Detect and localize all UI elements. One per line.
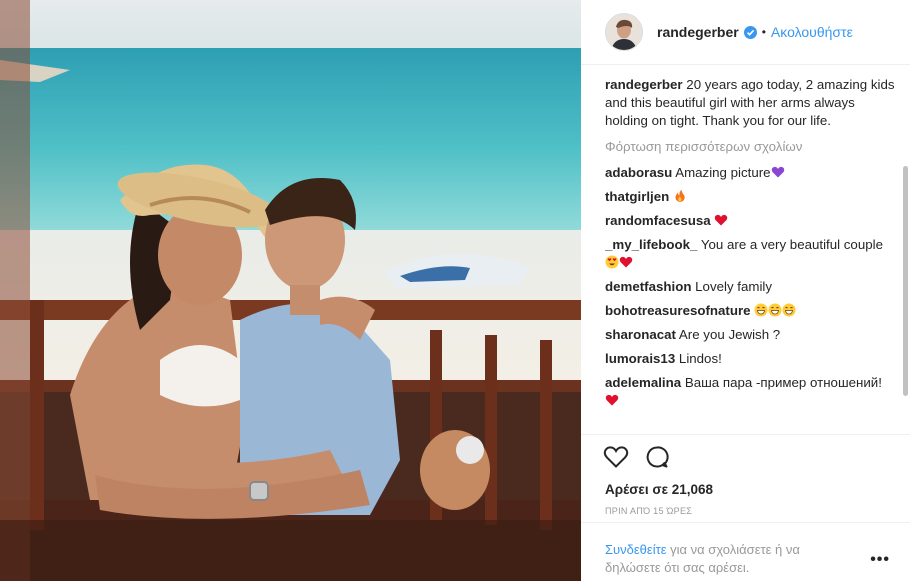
red-heart-icon bbox=[605, 394, 619, 406]
header-username[interactable]: randegerber bbox=[657, 24, 739, 40]
avatar[interactable] bbox=[605, 13, 643, 51]
comment-username[interactable]: demetfashion bbox=[605, 279, 691, 294]
more-options-icon[interactable]: ••• bbox=[870, 551, 890, 569]
comment: randomfacesusa bbox=[605, 212, 895, 230]
caption: randegerber 20 years ago today, 2 amazin… bbox=[605, 76, 895, 130]
comment-username[interactable]: randomfacesusa bbox=[605, 213, 711, 228]
comment-username[interactable]: _my_lifebook_ bbox=[605, 237, 697, 252]
comments-scrollbar[interactable] bbox=[900, 76, 910, 434]
likes-count[interactable]: Αρέσει σε 21,068 bbox=[605, 482, 713, 497]
post-photo[interactable] bbox=[0, 0, 581, 581]
grin-icon bbox=[782, 303, 796, 317]
grin-icon bbox=[754, 303, 768, 317]
instagram-post: randegerber • Ακολουθήστε randegerber 20… bbox=[0, 0, 910, 581]
comment-username[interactable]: sharonacat bbox=[605, 327, 676, 342]
load-more-comments-button[interactable]: Φόρτωση περισσότερων σχολίων bbox=[605, 138, 895, 156]
header-separator: • bbox=[761, 25, 766, 39]
comment: lumorais13 Lindos! bbox=[605, 350, 895, 368]
comment-username[interactable]: thatgirljen bbox=[605, 189, 669, 204]
post-sidebar: randegerber • Ακολουθήστε randegerber 20… bbox=[581, 0, 910, 581]
comment-username[interactable]: adelemalina bbox=[605, 375, 681, 390]
avatar-image bbox=[606, 14, 642, 50]
heart-eyes-icon bbox=[605, 255, 619, 269]
login-link[interactable]: Συνδεθείτε bbox=[605, 542, 667, 557]
comment-text: You are a very beautiful couple bbox=[700, 237, 883, 252]
grin-icon bbox=[768, 303, 782, 317]
heart-outline-icon[interactable] bbox=[603, 445, 629, 469]
comment-username[interactable]: bohotreasuresofnature bbox=[605, 303, 751, 318]
comment-text: Lovely family bbox=[695, 279, 773, 294]
comment-text: Are you Jewish ? bbox=[678, 327, 781, 342]
comment-footer: Συνδεθείτε για να σχολιάσετε ή να δηλώσε… bbox=[581, 522, 910, 582]
comment-text: Amazing picture bbox=[675, 165, 771, 180]
comment-bubble-icon[interactable] bbox=[645, 445, 669, 469]
caption-username[interactable]: randegerber bbox=[605, 77, 683, 92]
follow-button[interactable]: Ακολουθήστε bbox=[771, 24, 853, 40]
comment: sharonacat Are you Jewish ? bbox=[605, 326, 895, 344]
beach-couple-photo bbox=[0, 0, 581, 581]
login-prompt: Συνδεθείτε για να σχολιάσετε ή να δηλώσε… bbox=[605, 541, 845, 577]
action-icons bbox=[603, 445, 669, 469]
red-heart-icon bbox=[715, 214, 728, 226]
post-header: randegerber • Ακολουθήστε bbox=[581, 0, 910, 65]
comment-username[interactable]: lumorais13 bbox=[605, 351, 675, 366]
comment: adaborasu Amazing picture bbox=[605, 164, 895, 182]
post-timestamp[interactable]: ΠΡΙΝ ΑΠΌ 15 ΏΡΕΣ bbox=[605, 506, 692, 516]
post-actions: Αρέσει σε 21,068 ΠΡΙΝ ΑΠΌ 15 ΏΡΕΣ bbox=[581, 434, 910, 516]
comment: thatgirljen bbox=[605, 188, 895, 206]
comment-text: Ваша пара -пример отношений! bbox=[684, 375, 882, 390]
fire-icon bbox=[675, 189, 685, 202]
comment: _my_lifebook_ You are a very beautiful c… bbox=[605, 236, 895, 272]
purple-heart-icon bbox=[771, 166, 784, 178]
comment-text: Lindos! bbox=[678, 351, 722, 366]
verified-badge-icon bbox=[743, 25, 757, 39]
comment-username[interactable]: adaborasu bbox=[605, 165, 672, 180]
scrollbar-thumb[interactable] bbox=[903, 166, 908, 396]
comment: adelemalina Ваша пара -пример отношений! bbox=[605, 374, 895, 410]
comment: bohotreasuresofnature bbox=[605, 302, 895, 320]
comments-list[interactable]: randegerber 20 years ago today, 2 amazin… bbox=[605, 76, 895, 434]
red-heart-icon bbox=[619, 256, 633, 268]
comment: demetfashion Lovely family bbox=[605, 278, 895, 296]
